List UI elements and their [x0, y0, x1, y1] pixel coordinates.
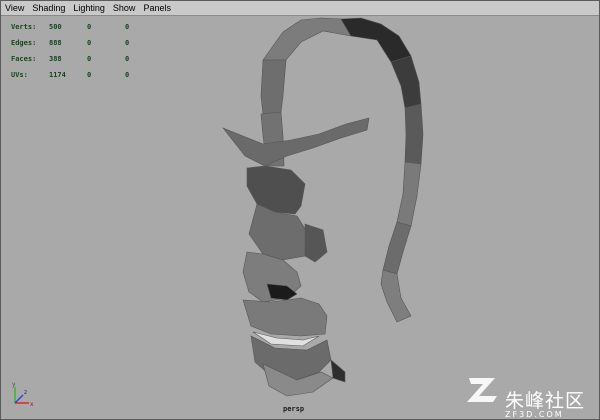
- poly-count-hud: Verts: 500 0 0 Edges: 888 0 0 Faces: 388…: [11, 19, 155, 83]
- watermark-text: 朱峰社区: [505, 390, 586, 412]
- hud-row-verts: Verts: 500 0 0: [11, 19, 155, 35]
- hud-label: Verts:: [11, 23, 37, 31]
- hud-value: 0: [87, 39, 92, 47]
- hud-value: 500: [49, 23, 62, 31]
- hud-value: 0: [125, 71, 130, 79]
- axis-gizmo-icon: y x z: [12, 381, 34, 408]
- svg-text:z: z: [24, 389, 27, 396]
- hud-value: 388: [49, 55, 62, 63]
- watermark-subtext: ZF3D.COM: [505, 410, 564, 419]
- perspective-viewport[interactable]: Verts: 500 0 0 Edges: 888 0 0 Faces: 388…: [1, 16, 599, 419]
- panel-menubar: View Shading Lighting Show Panels: [1, 1, 599, 16]
- menu-view[interactable]: View: [1, 1, 28, 15]
- watermark-logo-icon: [467, 378, 497, 402]
- hud-row-faces: Faces: 388 0 0: [11, 51, 155, 67]
- hud-value: 0: [125, 39, 130, 47]
- hud-value: 0: [87, 71, 92, 79]
- maya-panel: View Shading Lighting Show Panels Verts:…: [0, 0, 600, 420]
- hud-label: Edges:: [11, 39, 37, 47]
- hud-row-edges: Edges: 888 0 0: [11, 35, 155, 51]
- hud-value: 0: [87, 23, 92, 31]
- hud-row-uvs: UVs: 1174 0 0: [11, 67, 155, 83]
- hud-value: 0: [87, 55, 92, 63]
- hud-value: 0: [125, 55, 130, 63]
- camera-label: persp: [283, 405, 305, 413]
- hud-label: UVs:: [11, 71, 28, 79]
- hud-value: 888: [49, 39, 62, 47]
- hud-value: 0: [125, 23, 130, 31]
- svg-text:x: x: [30, 401, 34, 408]
- hud-value: 1174: [49, 71, 66, 79]
- menu-lighting[interactable]: Lighting: [69, 1, 109, 15]
- hud-label: Faces:: [11, 55, 37, 63]
- menu-panels[interactable]: Panels: [139, 1, 175, 15]
- svg-text:y: y: [12, 381, 16, 388]
- menu-show[interactable]: Show: [109, 1, 140, 15]
- menu-shading[interactable]: Shading: [28, 1, 69, 15]
